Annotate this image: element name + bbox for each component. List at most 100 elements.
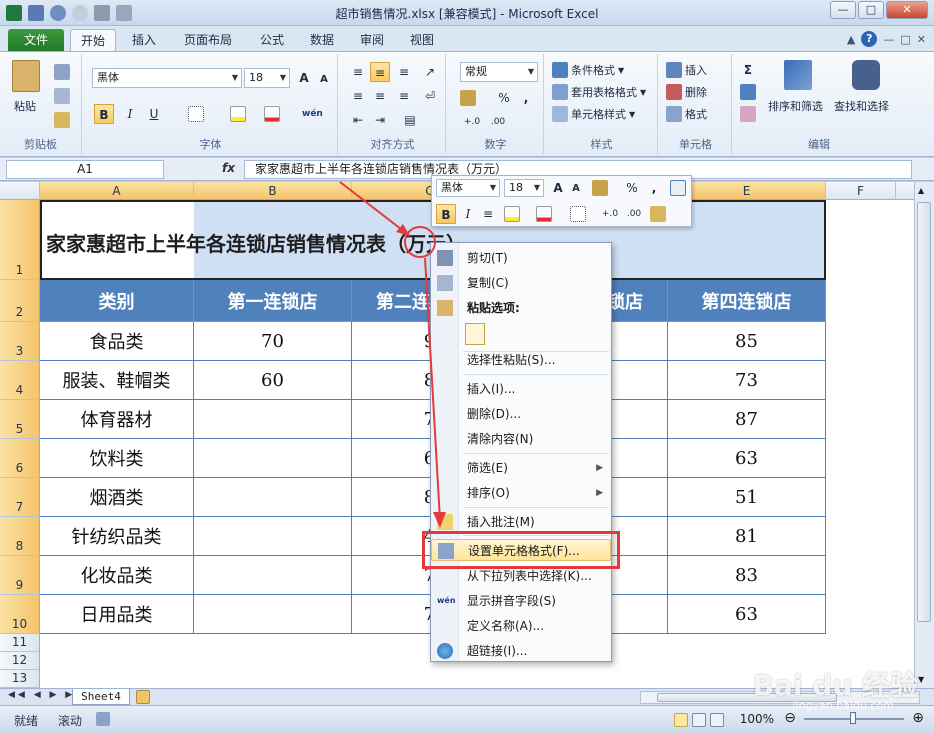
tab-formulas[interactable]: 公式 xyxy=(250,29,294,51)
row-header[interactable]: 4 xyxy=(0,361,40,400)
italic-button[interactable]: I xyxy=(120,104,140,124)
number-format-combo[interactable]: 常规 ▼ xyxy=(460,62,538,82)
normal-view-icon[interactable] xyxy=(674,713,688,727)
store4-cell[interactable]: 63 xyxy=(668,595,826,634)
fill-color-icon[interactable] xyxy=(230,106,246,122)
menu-item-sort[interactable]: 排序(O) ▶ xyxy=(431,482,611,504)
menu-item-filter[interactable]: 筛选(E) ▶ xyxy=(431,457,611,479)
zoom-slider-knob[interactable] xyxy=(850,712,856,724)
row-header[interactable]: 11 xyxy=(0,634,40,652)
align-right-button[interactable]: ≡ xyxy=(394,86,414,106)
store1-cell[interactable] xyxy=(194,595,352,634)
category-cell[interactable]: 针纺织品类 xyxy=(40,517,194,556)
fill-icon[interactable] xyxy=(740,84,756,100)
decrease-indent-button[interactable]: ⇤ xyxy=(348,110,368,130)
mini-fill-color-icon[interactable] xyxy=(504,206,520,222)
store4-cell[interactable]: 87 xyxy=(668,400,826,439)
header-cell[interactable]: 第四连锁店 xyxy=(668,280,826,322)
binoculars-icon[interactable] xyxy=(852,60,880,90)
align-left-button[interactable]: ≡ xyxy=(348,86,368,106)
align-center-button[interactable]: ≡ xyxy=(370,86,390,106)
category-cell[interactable]: 服装、鞋帽类 xyxy=(40,361,194,400)
paste-button[interactable]: 粘贴 xyxy=(14,98,36,114)
menu-item-define-name[interactable]: 定义名称(A)... xyxy=(431,615,611,637)
currency-icon[interactable] xyxy=(460,90,476,106)
insert-cells-button[interactable]: 插入 xyxy=(666,62,707,78)
format-painter-icon[interactable] xyxy=(54,112,70,128)
phonetic-guide-button[interactable]: wén xyxy=(302,104,323,124)
sheet-tab[interactable]: Sheet4 xyxy=(72,689,130,705)
name-box[interactable]: A1 xyxy=(6,160,164,179)
store1-cell[interactable] xyxy=(194,439,352,478)
orientation-button[interactable]: ↗ xyxy=(420,62,440,82)
column-header[interactable]: F xyxy=(826,182,896,200)
store1-cell[interactable] xyxy=(194,478,352,517)
mini-bold-button[interactable]: B xyxy=(436,204,456,224)
menu-item-delete[interactable]: 删除(D)... xyxy=(431,403,611,425)
menu-item-insert[interactable]: 插入(I)... xyxy=(431,378,611,400)
align-middle-button[interactable]: ≡ xyxy=(370,62,390,82)
store4-cell[interactable]: 63 xyxy=(668,439,826,478)
zoom-in-icon[interactable]: ⊕ xyxy=(912,710,924,726)
border-icon[interactable] xyxy=(188,106,204,122)
store4-cell[interactable]: 81 xyxy=(668,517,826,556)
paste-icon[interactable] xyxy=(12,60,40,92)
column-header[interactable]: B xyxy=(194,182,352,200)
category-cell[interactable]: 烟酒类 xyxy=(40,478,194,517)
zoom-level[interactable]: 100% xyxy=(740,712,774,726)
row-header[interactable]: 6 xyxy=(0,439,40,478)
mini-grow-font-button[interactable]: A xyxy=(548,178,568,198)
header-cell[interactable]: 类别 xyxy=(40,280,194,322)
mini-comma-button[interactable]: , xyxy=(644,178,664,198)
row-header[interactable]: 10 xyxy=(0,595,40,634)
select-all-corner[interactable] xyxy=(0,182,40,200)
row-header[interactable]: 13 xyxy=(0,670,40,688)
copy-icon[interactable] xyxy=(54,88,70,104)
tab-insert[interactable]: 插入 xyxy=(122,29,166,51)
format-cells-ribbon-button[interactable]: 格式 xyxy=(666,106,707,122)
mini-shrink-font-button[interactable]: A xyxy=(566,179,586,199)
mini-currency-icon[interactable] xyxy=(592,180,608,196)
mini-size-combo[interactable]: 18 ▼ xyxy=(504,179,544,197)
clear-icon[interactable] xyxy=(740,106,756,122)
shrink-font-button[interactable]: A xyxy=(314,70,334,90)
align-top-button[interactable]: ≡ xyxy=(348,62,368,82)
align-bottom-button[interactable]: ≡ xyxy=(394,62,414,82)
sort-filter-icon[interactable] xyxy=(784,60,812,90)
delete-cells-button[interactable]: 删除 xyxy=(666,84,707,100)
underline-button[interactable]: U xyxy=(144,104,164,124)
help-icon[interactable]: ? xyxy=(861,31,878,47)
store1-cell[interactable] xyxy=(194,556,352,595)
column-header[interactable]: A xyxy=(40,182,194,200)
new-sheet-icon[interactable] xyxy=(136,690,150,704)
ribbon-minimize-icon[interactable]: ▲ xyxy=(847,33,855,46)
row-header[interactable]: 3 xyxy=(0,322,40,361)
macro-record-icon[interactable] xyxy=(96,712,110,726)
increase-decimal-button[interactable]: +.0 xyxy=(462,112,482,132)
store1-cell[interactable]: 60 xyxy=(194,361,352,400)
store1-cell[interactable]: 70 xyxy=(194,322,352,361)
mini-border-icon[interactable] xyxy=(570,206,586,222)
minimize-button[interactable]: — xyxy=(830,1,856,19)
scroll-down-icon[interactable]: ▼ xyxy=(918,675,924,684)
page-break-view-icon[interactable] xyxy=(710,713,724,727)
menu-item-hyperlink[interactable]: 超链接(I)... xyxy=(431,640,611,662)
row-header[interactable]: 7 xyxy=(0,478,40,517)
scroll-up-icon[interactable]: ▲ xyxy=(918,186,924,195)
category-cell[interactable]: 化妆品类 xyxy=(40,556,194,595)
grow-font-button[interactable]: A xyxy=(294,68,314,88)
dropdown-arrow-icon[interactable]: ▼ xyxy=(525,63,537,81)
merge-center-button[interactable]: ▤ xyxy=(400,110,420,130)
store4-cell[interactable]: 83 xyxy=(668,556,826,595)
row-header[interactable]: 5 xyxy=(0,400,40,439)
tab-review[interactable]: 审阅 xyxy=(350,29,394,51)
menu-item-cut[interactable]: 剪切(T) xyxy=(431,247,611,269)
mini-decrease-decimal-button[interactable]: .00 xyxy=(624,204,644,224)
category-cell[interactable]: 体育器材 xyxy=(40,400,194,439)
cell-styles-button[interactable]: 单元格样式 ▼ xyxy=(552,106,635,122)
mini-merge-icon[interactable] xyxy=(670,180,686,196)
conditional-format-button[interactable]: 条件格式 ▼ xyxy=(552,62,624,78)
wrap-text-button[interactable]: ⏎ xyxy=(420,86,440,106)
menu-item-clear[interactable]: 清除内容(N) xyxy=(431,428,611,450)
font-color-icon[interactable] xyxy=(264,106,280,122)
